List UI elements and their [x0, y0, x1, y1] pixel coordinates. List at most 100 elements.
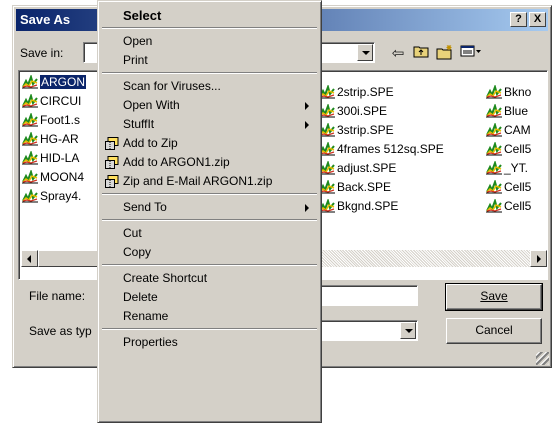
file-item[interactable]: Cell5: [485, 198, 531, 214]
winzip-icon: [105, 137, 119, 150]
file-item[interactable]: Back.SPE: [318, 179, 391, 195]
file-name: _YT.: [504, 161, 529, 175]
file-item[interactable]: 3strip.SPE: [318, 122, 394, 138]
menu-item-delete[interactable]: Delete: [101, 288, 318, 307]
close-button[interactable]: X: [529, 12, 546, 27]
menu-separator: [102, 72, 317, 74]
help-button[interactable]: ?: [510, 12, 527, 27]
scroll-right-button[interactable]: [530, 250, 547, 267]
menu-separator: [102, 264, 317, 266]
spectrum-file-icon: [486, 199, 502, 213]
file-item[interactable]: Blue: [485, 103, 528, 119]
menu-item-cut[interactable]: Cut: [101, 224, 318, 243]
file-item[interactable]: CIRCUI: [21, 93, 81, 109]
spectrum-file-icon: [22, 170, 38, 184]
spectrum-file-icon: [22, 75, 38, 89]
menu-item-scan-for-viruses[interactable]: Scan for Viruses...: [101, 77, 318, 96]
file-item[interactable]: HID-LA: [21, 150, 79, 166]
menu-item-select[interactable]: Select: [101, 6, 318, 25]
menu-item-stuffit[interactable]: StuffIt: [101, 115, 318, 134]
resize-grip-icon[interactable]: [536, 352, 549, 365]
spectrum-file-icon: [486, 123, 502, 137]
menu-item-label: StuffIt: [123, 117, 155, 131]
menu-separator: [102, 193, 317, 195]
menu-separator: [102, 219, 317, 221]
menu-item-label: Cut: [123, 226, 142, 240]
menu-item-add-to-zip[interactable]: Add to Zip: [101, 134, 318, 153]
cancel-button[interactable]: Cancel: [446, 318, 542, 344]
file-item[interactable]: 300i.SPE: [318, 103, 387, 119]
submenu-arrow-icon: [305, 204, 309, 212]
menu-item-label: Print: [123, 53, 148, 67]
file-item[interactable]: Spray4.: [21, 188, 81, 204]
file-name: 300i.SPE: [337, 104, 388, 118]
save-as-type-dropdown[interactable]: [318, 320, 418, 341]
menu-item-open[interactable]: Open: [101, 32, 318, 51]
menu-item-label: Send To: [123, 200, 167, 214]
file-name: CAM: [504, 123, 531, 137]
menu-item-zip-and-e-mail-argon1-zip[interactable]: Zip and E-Mail ARGON1.zip: [101, 172, 318, 191]
file-item[interactable]: Cell5: [485, 179, 531, 195]
spectrum-file-icon: [22, 113, 38, 127]
file-item[interactable]: Bkno: [485, 84, 531, 100]
save-button[interactable]: Save: [445, 283, 543, 311]
menu-item-label: Properties: [123, 335, 178, 349]
spectrum-file-icon: [22, 189, 38, 203]
new-folder-icon[interactable]: [435, 44, 455, 64]
menu-item-label: Select: [123, 8, 162, 23]
spectrum-file-icon: [486, 104, 502, 118]
chevron-down-icon[interactable]: [400, 322, 416, 339]
menu-item-label: Create Shortcut: [123, 271, 208, 285]
file-name: HID-LA: [40, 151, 80, 165]
chevron-down-icon[interactable]: [357, 44, 373, 61]
menu-item-label: Scan for Viruses...: [123, 79, 221, 93]
menu-item-label: Rename: [123, 309, 169, 323]
file-item[interactable]: Bkgnd.SPE: [318, 198, 398, 214]
menu-item-copy[interactable]: Copy: [101, 243, 318, 262]
up-folder-icon[interactable]: [411, 44, 431, 62]
view-menu-icon[interactable]: [460, 44, 481, 62]
menu-item-label: Open With: [123, 98, 180, 112]
file-name: Blue: [504, 104, 529, 118]
menu-item-label: Add to ARGON1.zip: [123, 155, 230, 169]
spectrum-file-icon: [22, 151, 38, 165]
file-name: 4frames 512sq.SPE: [337, 142, 444, 156]
menu-item-add-to-argon1-zip[interactable]: Add to ARGON1.zip: [101, 153, 318, 172]
file-name: Cell5: [504, 199, 532, 213]
menu-item-label: Add to Zip: [123, 136, 178, 150]
menu-item-create-shortcut[interactable]: Create Shortcut: [101, 269, 318, 288]
scroll-left-button[interactable]: [21, 250, 38, 267]
file-item[interactable]: adjust.SPE: [318, 160, 396, 176]
save-in-label: Save in:: [20, 46, 64, 60]
file-name: 3strip.SPE: [337, 123, 394, 137]
file-item[interactable]: HG-AR: [21, 131, 79, 147]
file-name: 2strip.SPE: [337, 85, 394, 99]
dialog-title: Save As: [20, 12, 71, 27]
file-name: Cell5: [504, 142, 532, 156]
file-name: MOON4: [40, 170, 85, 184]
menu-item-print[interactable]: Print: [101, 51, 318, 70]
file-item[interactable]: MOON4: [21, 169, 84, 185]
save-as-type-label: Save as typ: [29, 324, 92, 338]
file-name: Spray4.: [40, 189, 82, 203]
file-item[interactable]: Cell5: [485, 141, 531, 157]
menu-item-rename[interactable]: Rename: [101, 307, 318, 326]
file-item[interactable]: ARGON: [21, 74, 87, 90]
file-item[interactable]: 2strip.SPE: [318, 84, 394, 100]
menu-separator: [102, 27, 317, 29]
file-item[interactable]: CAM: [485, 122, 531, 138]
menu-item-properties[interactable]: Properties: [101, 333, 318, 352]
file-name: Bkno: [504, 85, 532, 99]
spectrum-file-icon: [486, 180, 502, 194]
file-item[interactable]: _YT.: [485, 160, 528, 176]
menu-item-send-to[interactable]: Send To: [101, 198, 318, 217]
submenu-arrow-icon: [305, 102, 309, 110]
file-item[interactable]: 4frames 512sq.SPE: [318, 141, 444, 157]
menu-item-open-with[interactable]: Open With: [101, 96, 318, 115]
file-name-input[interactable]: [318, 285, 418, 306]
file-name: Cell5: [504, 180, 532, 194]
menu-separator: [102, 328, 317, 330]
file-item[interactable]: Foot1.s: [21, 112, 80, 128]
menu-item-label: Open: [123, 34, 153, 48]
back-arrow-icon[interactable]: ⇦: [388, 44, 408, 62]
